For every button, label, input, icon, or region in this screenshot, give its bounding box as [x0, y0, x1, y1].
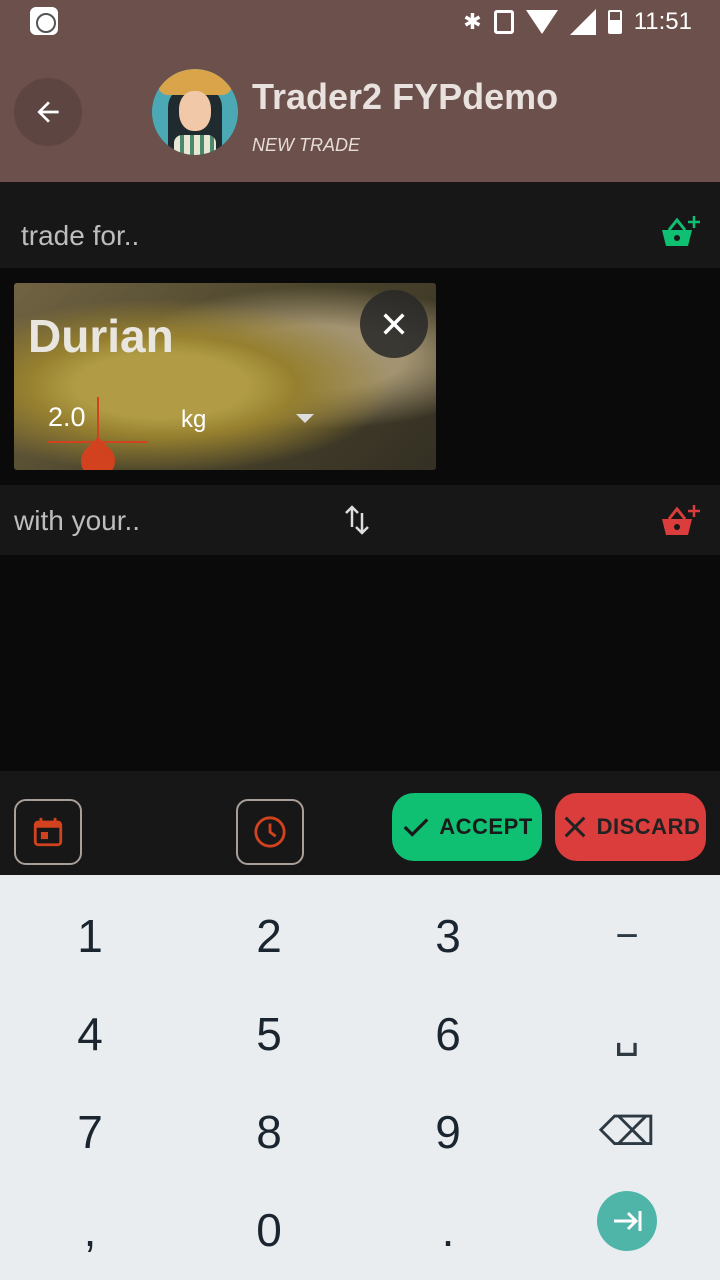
- time-button[interactable]: [236, 799, 304, 865]
- trade-item-card[interactable]: Durian 2.0 kg: [14, 283, 436, 470]
- vibrate-icon: [493, 10, 514, 34]
- remove-item-button[interactable]: [360, 290, 428, 358]
- bluetooth-icon: ✱: [463, 9, 482, 34]
- key-6[interactable]: 6: [359, 985, 537, 1083]
- key-period[interactable]: .: [359, 1181, 537, 1279]
- calendar-icon: [33, 817, 63, 847]
- key-7[interactable]: 7: [1, 1083, 179, 1181]
- add-basket-icon[interactable]: [660, 503, 700, 537]
- check-icon: [403, 818, 429, 837]
- key-3[interactable]: 3: [359, 887, 537, 985]
- key-minus[interactable]: −: [538, 887, 716, 985]
- page-subtitle: NEW TRADE: [252, 135, 360, 155]
- discard-label: DISCARD: [596, 814, 701, 839]
- with-your-section: with your..: [0, 485, 720, 555]
- status-time: 11:51: [633, 8, 692, 35]
- status-icons: ✱ 11:51: [463, 6, 692, 38]
- app-bar: Trader2 FYPdemo NEW TRADE: [0, 44, 720, 182]
- battery-icon: [607, 10, 622, 34]
- status-bar: ✱ 11:51: [0, 0, 720, 44]
- signal-icon: [569, 9, 596, 35]
- clock-icon: [254, 816, 286, 848]
- key-1[interactable]: 1: [1, 887, 179, 985]
- item-name: Durian: [28, 310, 174, 362]
- app-notification-icon: [30, 7, 58, 35]
- key-comma[interactable]: ,: [1, 1181, 179, 1279]
- next-key[interactable]: [538, 1172, 716, 1270]
- with-your-label: with your..: [14, 505, 141, 536]
- text-cursor: [97, 397, 99, 441]
- key-2[interactable]: 2: [180, 887, 358, 985]
- key-4[interactable]: 4: [1, 985, 179, 1083]
- trade-for-section: trade for..: [0, 182, 720, 268]
- key-8[interactable]: 8: [180, 1083, 358, 1181]
- next-field-icon: [597, 1191, 657, 1251]
- backspace-key[interactable]: ⌫: [538, 1083, 716, 1181]
- space-key[interactable]: ␣: [538, 985, 716, 1083]
- arrow-left-icon: [37, 101, 59, 123]
- user-name: Trader2 FYPdemo: [252, 76, 559, 117]
- discard-button[interactable]: DISCARD: [555, 793, 706, 861]
- back-button[interactable]: [14, 78, 82, 146]
- key-9[interactable]: 9: [359, 1083, 537, 1181]
- trade-for-label: trade for..: [21, 220, 140, 251]
- date-button[interactable]: [14, 799, 82, 865]
- action-bar: g m Directly ACCEPT DISCARD: [0, 771, 720, 875]
- unit-select[interactable]: kg: [181, 406, 206, 434]
- key-5[interactable]: 5: [180, 985, 358, 1083]
- add-basket-icon[interactable]: [660, 214, 700, 248]
- wifi-icon: [525, 10, 558, 34]
- accept-label: ACCEPT: [439, 814, 533, 839]
- swap-icon[interactable]: [340, 503, 374, 537]
- close-icon: [383, 313, 405, 335]
- dropdown-arrow-icon[interactable]: [296, 414, 314, 423]
- numeric-keyboard: 1 2 3 − 4 5 6 ␣ 7 8 9 ⌫ , 0 .: [0, 875, 720, 1280]
- avatar[interactable]: [152, 69, 238, 155]
- quantity-input[interactable]: 2.0: [48, 402, 86, 433]
- close-icon: [564, 816, 586, 838]
- key-0[interactable]: 0: [180, 1181, 358, 1279]
- accept-button[interactable]: ACCEPT: [392, 793, 542, 861]
